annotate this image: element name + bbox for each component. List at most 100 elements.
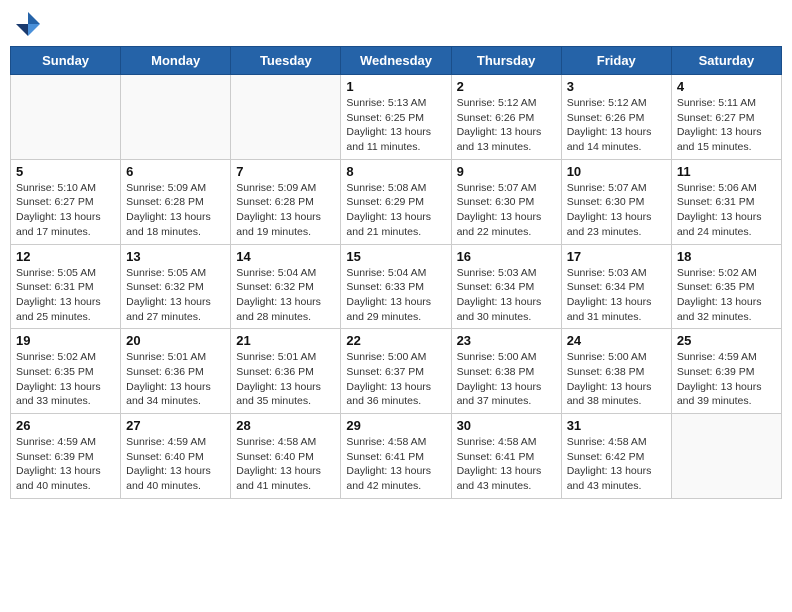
day-number: 19: [16, 333, 115, 348]
day-info: Sunrise: 5:10 AMSunset: 6:27 PMDaylight:…: [16, 181, 115, 240]
calendar-cell: 20 Sunrise: 5:01 AMSunset: 6:36 PMDayligh…: [121, 329, 231, 414]
calendar-cell: [671, 414, 781, 499]
page-header: [10, 10, 782, 38]
calendar-cell: 2 Sunrise: 5:12 AMSunset: 6:26 PMDaylight…: [451, 75, 561, 160]
weekday-header-thursday: Thursday: [451, 47, 561, 75]
calendar-cell: 29 Sunrise: 4:58 AMSunset: 6:41 PMDayligh…: [341, 414, 451, 499]
day-number: 23: [457, 333, 556, 348]
calendar-cell: [11, 75, 121, 160]
calendar-week-3: 12 Sunrise: 5:05 AMSunset: 6:31 PMDayligh…: [11, 244, 782, 329]
day-number: 31: [567, 418, 666, 433]
weekday-header-wednesday: Wednesday: [341, 47, 451, 75]
day-number: 27: [126, 418, 225, 433]
day-number: 8: [346, 164, 445, 179]
day-number: 10: [567, 164, 666, 179]
weekday-header-monday: Monday: [121, 47, 231, 75]
day-info: Sunrise: 5:00 AMSunset: 6:38 PMDaylight:…: [567, 350, 666, 409]
calendar-cell: 31 Sunrise: 4:58 AMSunset: 6:42 PMDayligh…: [561, 414, 671, 499]
day-info: Sunrise: 5:08 AMSunset: 6:29 PMDaylight:…: [346, 181, 445, 240]
day-info: Sunrise: 5:00 AMSunset: 6:37 PMDaylight:…: [346, 350, 445, 409]
day-info: Sunrise: 5:05 AMSunset: 6:31 PMDaylight:…: [16, 266, 115, 325]
calendar-cell: 30Sunrise: 4:58 AMSunset: 6:41 PMDayligh…: [451, 414, 561, 499]
day-info: Sunrise: 5:12 AMSunset: 6:26 PMDaylight:…: [457, 96, 556, 155]
day-number: 11: [677, 164, 776, 179]
day-info: Sunrise: 5:13 AMSunset: 6:25 PMDaylight:…: [346, 96, 445, 155]
day-number: 7: [236, 164, 335, 179]
day-info: Sunrise: 5:03 AMSunset: 6:34 PMDaylight:…: [567, 266, 666, 325]
day-info: Sunrise: 5:01 AMSunset: 6:36 PMDaylight:…: [236, 350, 335, 409]
calendar-week-2: 5 Sunrise: 5:10 AMSunset: 6:27 PMDaylight…: [11, 159, 782, 244]
day-number: 9: [457, 164, 556, 179]
calendar-week-1: 1Sunrise: 5:13 AMSunset: 6:25 PMDaylight…: [11, 75, 782, 160]
day-info: Sunrise: 5:04 AMSunset: 6:33 PMDaylight:…: [346, 266, 445, 325]
calendar-cell: 21 Sunrise: 5:01 AMSunset: 6:36 PMDayligh…: [231, 329, 341, 414]
day-info: Sunrise: 5:09 AMSunset: 6:28 PMDaylight:…: [236, 181, 335, 240]
calendar-cell: 1Sunrise: 5:13 AMSunset: 6:25 PMDaylight…: [341, 75, 451, 160]
day-info: Sunrise: 4:58 AMSunset: 6:42 PMDaylight:…: [567, 435, 666, 494]
calendar-cell: 24 Sunrise: 5:00 AMSunset: 6:38 PMDayligh…: [561, 329, 671, 414]
calendar-cell: [121, 75, 231, 160]
calendar-cell: 19Sunrise: 5:02 AMSunset: 6:35 PMDayligh…: [11, 329, 121, 414]
day-info: Sunrise: 4:59 AMSunset: 6:39 PMDaylight:…: [16, 435, 115, 494]
day-number: 26: [16, 418, 115, 433]
calendar-cell: [231, 75, 341, 160]
day-info: Sunrise: 5:01 AMSunset: 6:36 PMDaylight:…: [126, 350, 225, 409]
day-info: Sunrise: 5:03 AMSunset: 6:34 PMDaylight:…: [457, 266, 556, 325]
calendar-cell: 8 Sunrise: 5:08 AMSunset: 6:29 PMDaylight…: [341, 159, 451, 244]
day-number: 22: [346, 333, 445, 348]
day-info: Sunrise: 5:12 AMSunset: 6:26 PMDaylight:…: [567, 96, 666, 155]
calendar-cell: 6 Sunrise: 5:09 AMSunset: 6:28 PMDaylight…: [121, 159, 231, 244]
day-number: 6: [126, 164, 225, 179]
calendar-cell: 4Sunrise: 5:11 AMSunset: 6:27 PMDaylight…: [671, 75, 781, 160]
day-number: 17: [567, 249, 666, 264]
day-info: Sunrise: 5:06 AMSunset: 6:31 PMDaylight:…: [677, 181, 776, 240]
logo-icon: [14, 10, 42, 38]
day-number: 21: [236, 333, 335, 348]
calendar-cell: 14 Sunrise: 5:04 AMSunset: 6:32 PMDayligh…: [231, 244, 341, 329]
day-number: 30: [457, 418, 556, 433]
calendar-cell: 15 Sunrise: 5:04 AMSunset: 6:33 PMDayligh…: [341, 244, 451, 329]
weekday-header-row: SundayMondayTuesdayWednesdayThursdayFrid…: [11, 47, 782, 75]
logo: [14, 10, 46, 38]
day-info: Sunrise: 5:04 AMSunset: 6:32 PMDaylight:…: [236, 266, 335, 325]
calendar-cell: 3 Sunrise: 5:12 AMSunset: 6:26 PMDaylight…: [561, 75, 671, 160]
day-info: Sunrise: 5:09 AMSunset: 6:28 PMDaylight:…: [126, 181, 225, 240]
weekday-header-saturday: Saturday: [671, 47, 781, 75]
day-number: 25: [677, 333, 776, 348]
calendar-table: SundayMondayTuesdayWednesdayThursdayFrid…: [10, 46, 782, 499]
day-number: 12: [16, 249, 115, 264]
calendar-cell: 10 Sunrise: 5:07 AMSunset: 6:30 PMDayligh…: [561, 159, 671, 244]
calendar-cell: 25Sunrise: 4:59 AMSunset: 6:39 PMDayligh…: [671, 329, 781, 414]
calendar-cell: 9 Sunrise: 5:07 AMSunset: 6:30 PMDaylight…: [451, 159, 561, 244]
day-number: 5: [16, 164, 115, 179]
day-number: 28: [236, 418, 335, 433]
day-info: Sunrise: 4:58 AMSunset: 6:41 PMDaylight:…: [346, 435, 445, 494]
calendar-cell: 27Sunrise: 4:59 AMSunset: 6:40 PMDayligh…: [121, 414, 231, 499]
calendar-cell: 13Sunrise: 5:05 AMSunset: 6:32 PMDayligh…: [121, 244, 231, 329]
day-number: 2: [457, 79, 556, 94]
day-number: 24: [567, 333, 666, 348]
day-info: Sunrise: 5:07 AMSunset: 6:30 PMDaylight:…: [457, 181, 556, 240]
weekday-header-tuesday: Tuesday: [231, 47, 341, 75]
calendar-cell: 26 Sunrise: 4:59 AMSunset: 6:39 PMDayligh…: [11, 414, 121, 499]
day-number: 16: [457, 249, 556, 264]
calendar-cell: 28 Sunrise: 4:58 AMSunset: 6:40 PMDayligh…: [231, 414, 341, 499]
calendar-cell: 18Sunrise: 5:02 AMSunset: 6:35 PMDayligh…: [671, 244, 781, 329]
calendar-cell: 7 Sunrise: 5:09 AMSunset: 6:28 PMDaylight…: [231, 159, 341, 244]
day-info: Sunrise: 5:07 AMSunset: 6:30 PMDaylight:…: [567, 181, 666, 240]
day-info: Sunrise: 5:05 AMSunset: 6:32 PMDaylight:…: [126, 266, 225, 325]
calendar-cell: 17 Sunrise: 5:03 AMSunset: 6:34 PMDayligh…: [561, 244, 671, 329]
day-number: 14: [236, 249, 335, 264]
day-number: 15: [346, 249, 445, 264]
day-info: Sunrise: 5:02 AMSunset: 6:35 PMDaylight:…: [677, 266, 776, 325]
day-number: 29: [346, 418, 445, 433]
day-info: Sunrise: 4:58 AMSunset: 6:40 PMDaylight:…: [236, 435, 335, 494]
calendar-cell: 22 Sunrise: 5:00 AMSunset: 6:37 PMDayligh…: [341, 329, 451, 414]
calendar-cell: 12 Sunrise: 5:05 AMSunset: 6:31 PMDayligh…: [11, 244, 121, 329]
day-info: Sunrise: 5:00 AMSunset: 6:38 PMDaylight:…: [457, 350, 556, 409]
calendar-week-5: 26 Sunrise: 4:59 AMSunset: 6:39 PMDayligh…: [11, 414, 782, 499]
day-number: 4: [677, 79, 776, 94]
calendar-cell: 5 Sunrise: 5:10 AMSunset: 6:27 PMDaylight…: [11, 159, 121, 244]
day-number: 20: [126, 333, 225, 348]
day-number: 3: [567, 79, 666, 94]
